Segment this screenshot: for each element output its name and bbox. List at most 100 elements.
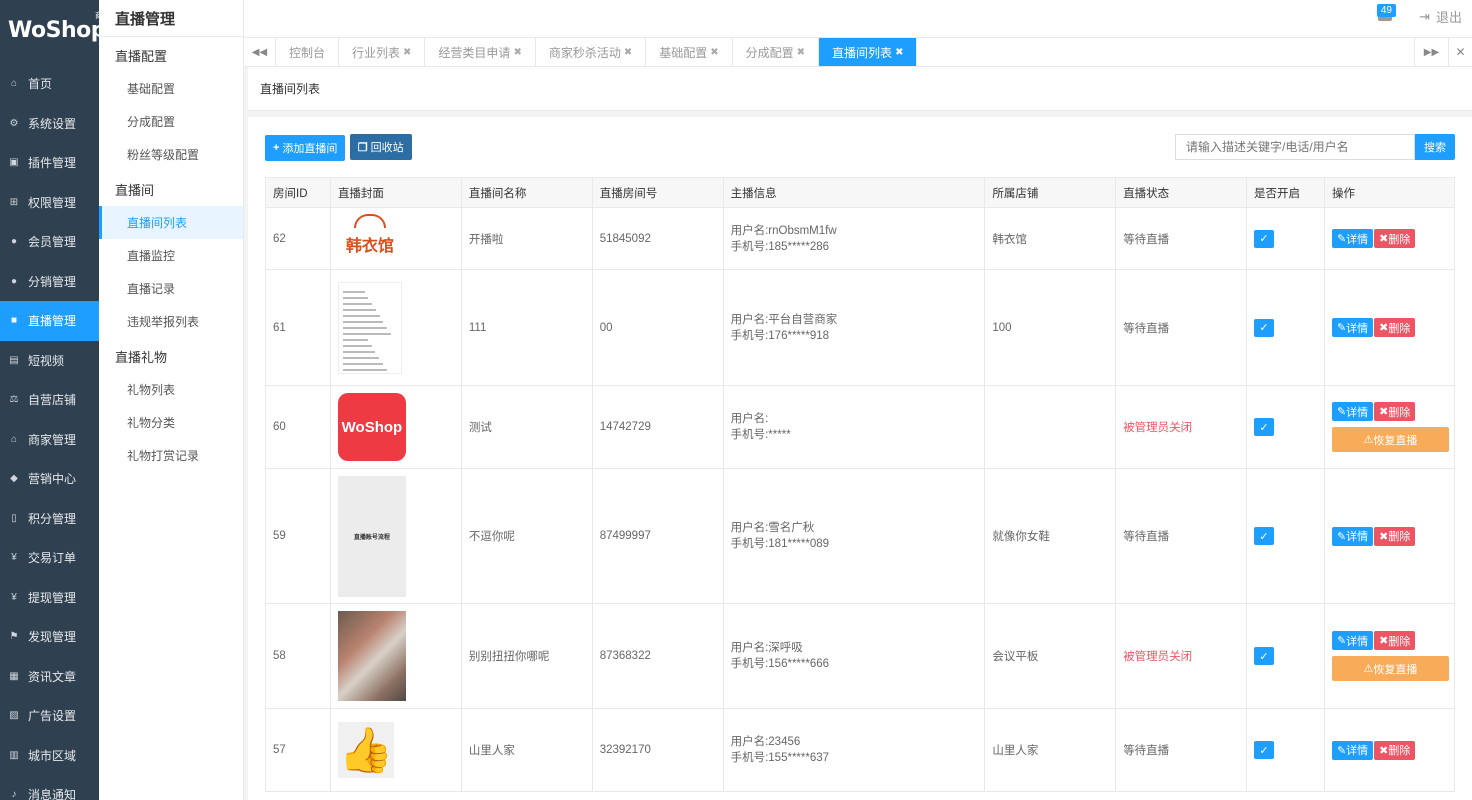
tab-6[interactable]: 分成配置 ✖ (733, 38, 820, 66)
sidebar-item-12[interactable]: ▯ 积分管理 (0, 499, 99, 539)
add-live-room-button[interactable]: + 添加直播间 (265, 134, 346, 161)
detail-button[interactable]: ✎ 详情 (1331, 526, 1374, 546)
doc-line (342, 344, 372, 347)
sub-menu-item[interactable]: 礼物打赏记录 (99, 439, 243, 472)
tab-label: 基础配置 (659, 45, 708, 60)
cover-image: WoShop (337, 393, 406, 461)
sidebar-item-label: 系统设置 (28, 116, 77, 131)
sub-menu-group-title: 直播配置 (115, 49, 168, 64)
sub-menu-item[interactable]: 直播记录 (99, 272, 243, 305)
cover-cell: 韩衣馆 (329, 207, 462, 270)
delete-button[interactable]: ✖ 删除 (1374, 402, 1416, 421)
sidebar-item-label: 首页 (28, 77, 53, 92)
delete-button[interactable]: ✖ 删除 (1374, 526, 1416, 546)
detail-button[interactable]: ✎ 详情 (1331, 631, 1374, 650)
close-icon[interactable]: ✖ (710, 47, 718, 58)
yen-icon: ¥ (11, 591, 17, 603)
actions-cell: ✎ 详情 ✖ 删除 (1323, 708, 1456, 792)
sub-menu-item[interactable]: 分成配置 (99, 105, 243, 138)
sub-menu-item[interactable]: 直播间列表 (99, 206, 243, 239)
sidebar-item-label: 消息通知 (28, 788, 77, 800)
anchor-username: 用户名:深呼吸 (730, 642, 803, 654)
search-button[interactable]: 搜索 (1415, 134, 1455, 160)
close-icon[interactable]: ✖ (403, 47, 411, 58)
enabled-checkbox[interactable]: ✓ (1254, 318, 1275, 337)
enabled-checkbox[interactable]: ✓ (1254, 647, 1275, 665)
tab-5[interactable]: 基础配置 ✖ (646, 38, 733, 66)
sidebar-item-label: 插件管理 (28, 156, 77, 171)
sidebar-item-1[interactable]: ⌂ 首页 (0, 64, 99, 104)
sidebar-item-11[interactable]: ◆ 营销中心 (0, 459, 99, 499)
sidebar-item-19[interactable]: ♪ 消息通知 (0, 775, 99, 800)
enabled-checkbox[interactable]: ✓ (1254, 527, 1275, 545)
sidebar-item-10[interactable]: ⌂ 商家管理 (0, 420, 99, 460)
close-icon[interactable]: ✖ (624, 47, 632, 58)
sub-menu-item[interactable]: 违规举报列表 (99, 305, 243, 338)
close-icon[interactable]: ✖ (895, 47, 903, 58)
tab-7[interactable]: 直播间列表 ✖ (819, 38, 918, 66)
sub-menu-item[interactable]: 基础配置 (99, 72, 243, 105)
sidebar-item-3[interactable]: ▣ 插件管理 (0, 143, 99, 183)
message-count-badge: 49 (1376, 4, 1396, 17)
search-input[interactable] (1175, 134, 1415, 160)
tabs: 控制台 行业列表 ✖ 经营类目申请 ✖ 商家秒杀活动 ✖ 基础配置 ✖ 分成配置 ✖ 直播间列表 ✖ (276, 38, 1414, 66)
cover-cell (329, 603, 462, 709)
tabs-scroll-left-button[interactable]: ◀◀ (244, 38, 276, 66)
column-header: 是否开启 (1246, 177, 1325, 208)
sub-menu-item[interactable]: 礼物分类 (99, 406, 243, 439)
delete-button[interactable]: ✖ 删除 (1374, 318, 1416, 337)
sub-menu-item[interactable]: 粉丝等级配置 (99, 138, 243, 171)
sidebar-item-4[interactable]: ⊞ 权限管理 (0, 183, 99, 223)
sidebar-item-9[interactable]: ⚖ 自营店铺 (0, 380, 99, 420)
enabled-checkbox[interactable]: ✓ (1254, 741, 1275, 759)
tab-4[interactable]: 商家秒杀活动 ✖ (536, 38, 647, 66)
sidebar-item-15[interactable]: ⚑ 发现管理 (0, 617, 99, 657)
recycle-bin-button[interactable]: ❐ 回收站 (349, 134, 412, 160)
delete-button[interactable]: ✖ 删除 (1374, 229, 1416, 248)
detail-button[interactable]: ✎ 详情 (1331, 229, 1374, 248)
tabs-bar: ◀◀ 控制台 行业列表 ✖ 经营类目申请 ✖ 商家秒杀活动 ✖ 基础配置 ✖ 分成配置 ✖ 直播间列表… (244, 38, 1472, 67)
sidebar-item-label: 商家管理 (28, 432, 77, 447)
sub-menu-item[interactable]: 直播监控 (99, 239, 243, 272)
tab-3[interactable]: 经营类目申请 ✖ (425, 38, 536, 66)
sidebar-item-2[interactable]: ⚙ 系统设置 (0, 104, 99, 144)
sidebar-item-13[interactable]: ¥ 交易订单 (0, 538, 99, 578)
anchor-phone: 手机号:181*****089 (730, 538, 830, 550)
enabled-checkbox[interactable]: ✓ (1254, 229, 1275, 248)
restore-live-button[interactable]: ⚠ 恢复直播 (1331, 656, 1449, 681)
delete-label: 删除 (1388, 406, 1411, 419)
logout-button[interactable]: ⇥ 退出 (1419, 7, 1462, 26)
sidebar-item-14[interactable]: ¥ 提现管理 (0, 578, 99, 618)
recycle-bin-label: 回收站 (370, 142, 404, 154)
tab-1[interactable]: 控制台 (276, 38, 340, 66)
cover-cell: WoShop (329, 385, 462, 469)
detail-button[interactable]: ✎ 详情 (1331, 740, 1374, 760)
actions-cell: ✎ 详情 ✖ 删除 ⚠ 恢复直播 (1323, 603, 1456, 709)
restore-live-button[interactable]: ⚠ 恢复直播 (1331, 427, 1449, 452)
delete-button[interactable]: ✖ 删除 (1374, 740, 1416, 760)
sub-menu-groups: 直播配置 基础配置 分成配置 粉丝等级配置 直播间 直播间列表 直播监控 直播记录 违规举报列表… (99, 39, 243, 472)
cover-logo-text: 韩衣馆 (345, 237, 394, 255)
tabs-scroll-right-button[interactable]: ▶▶ (1414, 38, 1448, 66)
detail-button[interactable]: ✎ 详情 (1331, 318, 1374, 337)
column-header: 房间ID (265, 177, 331, 208)
sidebar-item-5[interactable]: ● 会员管理 (0, 222, 99, 262)
sidebar-item-17[interactable]: ▨ 广告设置 (0, 696, 99, 736)
delete-button[interactable]: ✖ 删除 (1374, 631, 1416, 650)
sidebar-item-7[interactable]: ■ 直播管理 (0, 301, 99, 341)
logo[interactable]: WoShop商城 (0, 0, 99, 60)
tab-2[interactable]: 行业列表 ✖ (339, 38, 426, 66)
sidebar-item-8[interactable]: ▤ 短视频 (0, 341, 99, 381)
sidebar-item-16[interactable]: ▦ 资讯文章 (0, 657, 99, 697)
close-icon[interactable]: ✖ (797, 47, 805, 58)
room-id-cell: 57 (265, 708, 331, 792)
detail-button[interactable]: ✎ 详情 (1331, 402, 1374, 421)
close-icon[interactable]: ✖ (513, 47, 521, 58)
sub-menu-item[interactable]: 礼物列表 (99, 373, 243, 406)
sidebar-item-18[interactable]: ▥ 城市区域 (0, 736, 99, 776)
cover-image (337, 611, 406, 701)
tabs-close-button[interactable]: ✕ (1448, 38, 1472, 66)
enabled-checkbox[interactable]: ✓ (1254, 418, 1275, 436)
sidebar-item-6[interactable]: ● 分销管理 (0, 262, 99, 302)
cover-image: 直播账号流程 (337, 475, 406, 597)
